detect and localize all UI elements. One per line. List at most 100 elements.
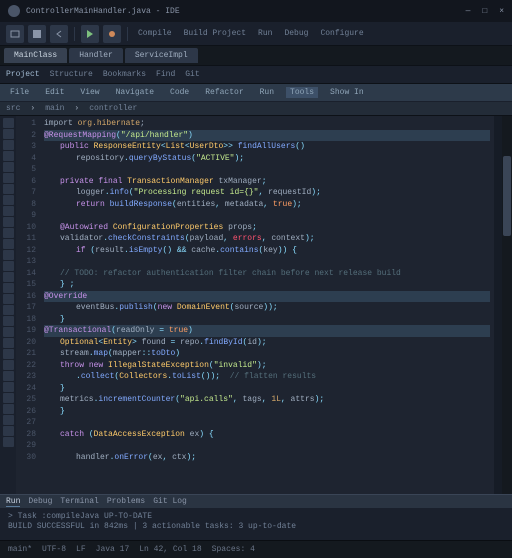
code-line[interactable]: import org.hibernate; — [44, 118, 490, 130]
code-line[interactable]: Optional<Entity> found = repo.findById(i… — [44, 337, 490, 349]
code-line[interactable]: .collect(Collectors.toList()); // flatte… — [44, 371, 490, 383]
code-line[interactable]: @Autowired ConfigurationProperties props… — [44, 222, 490, 234]
code-line[interactable] — [44, 210, 490, 222]
sub-project[interactable]: Project — [6, 70, 40, 79]
gutter-mark[interactable] — [3, 294, 14, 304]
panel-problems[interactable]: Problems — [107, 497, 145, 506]
menu-refactor[interactable]: Refactor — [201, 87, 247, 98]
tb-config[interactable]: Configure — [316, 29, 367, 38]
debug-icon[interactable] — [103, 25, 121, 43]
gutter-mark[interactable] — [3, 437, 14, 447]
gutter-mark[interactable] — [3, 217, 14, 227]
menu-file[interactable]: File — [6, 87, 33, 98]
code-line[interactable]: } — [44, 406, 490, 418]
gutter-mark[interactable] — [3, 118, 14, 128]
gutter-mark[interactable] — [3, 151, 14, 161]
gutter-mark[interactable] — [3, 228, 14, 238]
gutter-mark[interactable] — [3, 316, 14, 326]
code-line[interactable] — [44, 417, 490, 429]
crumb-0[interactable]: src — [6, 104, 20, 113]
open-icon[interactable] — [6, 25, 24, 43]
sub-bookmarks[interactable]: Bookmarks — [103, 70, 146, 79]
code-line[interactable] — [44, 164, 490, 176]
gutter-mark[interactable] — [3, 250, 14, 260]
gutter-mark[interactable] — [3, 360, 14, 370]
save-icon[interactable] — [28, 25, 46, 43]
code-line[interactable]: throw new IllegalStateException("invalid… — [44, 360, 490, 372]
gutter-mark[interactable] — [3, 305, 14, 315]
sub-structure[interactable]: Structure — [50, 70, 93, 79]
st-encoding[interactable]: UTF-8 — [42, 545, 66, 554]
sub-find[interactable]: Find — [156, 70, 175, 79]
console-output[interactable]: > Task :compileJava UP-TO-DATE BUILD SUC… — [0, 508, 512, 540]
undo-icon[interactable] — [50, 25, 68, 43]
menu-navigate[interactable]: Navigate — [112, 87, 158, 98]
minimap[interactable] — [494, 116, 502, 494]
panel-debug[interactable]: Debug — [28, 497, 52, 506]
menu-showin[interactable]: Show In — [326, 87, 368, 98]
close-button[interactable]: × — [499, 7, 504, 16]
tb-build[interactable]: Build Project — [180, 29, 250, 38]
gutter-mark[interactable] — [3, 371, 14, 381]
gutter-mark[interactable] — [3, 327, 14, 337]
crumb-1[interactable]: main — [45, 104, 64, 113]
code-line[interactable]: repository.queryByStatus("ACTIVE"); — [44, 153, 490, 165]
gutter-mark[interactable] — [3, 426, 14, 436]
gutter-mark[interactable] — [3, 393, 14, 403]
gutter-mark[interactable] — [3, 349, 14, 359]
run-icon[interactable] — [81, 25, 99, 43]
code-line[interactable]: logger.info("Processing request id={}", … — [44, 187, 490, 199]
code-line[interactable]: return buildResponse(entities, metadata,… — [44, 199, 490, 211]
tb-run[interactable]: Run — [254, 29, 276, 38]
maximize-button[interactable]: □ — [482, 7, 487, 16]
tab-2[interactable]: ServiceImpl — [125, 48, 198, 63]
code-line[interactable] — [44, 440, 490, 452]
gutter-mark[interactable] — [3, 162, 14, 172]
code-line[interactable]: validator.checkConstraints(payload, erro… — [44, 233, 490, 245]
code-line[interactable]: @RequestMapping("/api/handler") — [44, 130, 490, 142]
st-eol[interactable]: LF — [76, 545, 86, 554]
code-editor[interactable]: import org.hibernate;@RequestMapping("/a… — [40, 116, 494, 494]
gutter-mark[interactable] — [3, 173, 14, 183]
vertical-scrollbar[interactable] — [502, 116, 512, 494]
menu-code[interactable]: Code — [166, 87, 193, 98]
gutter-mark[interactable] — [3, 404, 14, 414]
code-line[interactable]: metrics.incrementCounter("api.calls", ta… — [44, 394, 490, 406]
tab-1[interactable]: Handler — [69, 48, 123, 63]
gutter-mark[interactable] — [3, 283, 14, 293]
gutter-mark[interactable] — [3, 239, 14, 249]
st-branch[interactable]: main* — [8, 545, 32, 554]
code-line[interactable]: private final TransactionManager txManag… — [44, 176, 490, 188]
code-line[interactable]: } — [44, 314, 490, 326]
menu-view[interactable]: View — [76, 87, 103, 98]
code-line[interactable]: stream.map(mapper::toDto) — [44, 348, 490, 360]
st-caret[interactable]: Ln 42, Col 18 — [139, 545, 201, 554]
code-line[interactable]: handler.onError(ex, ctx); — [44, 452, 490, 464]
gutter-mark[interactable] — [3, 206, 14, 216]
gutter-mark[interactable] — [3, 261, 14, 271]
code-line[interactable]: @Transactional(readOnly = true) — [44, 325, 490, 337]
tb-compile[interactable]: Compile — [134, 29, 176, 38]
code-line[interactable]: if (result.isEmpty() && cache.contains(k… — [44, 245, 490, 257]
panel-terminal[interactable]: Terminal — [60, 497, 98, 506]
minimize-button[interactable]: — — [466, 7, 471, 16]
gutter-mark[interactable] — [3, 272, 14, 282]
crumb-2[interactable]: controller — [89, 104, 137, 113]
code-line[interactable] — [44, 256, 490, 268]
gutter-mark[interactable] — [3, 129, 14, 139]
code-line[interactable]: } ; — [44, 279, 490, 291]
code-line[interactable]: eventBus.publish(new DomainEvent(source)… — [44, 302, 490, 314]
scrollbar-thumb[interactable] — [503, 156, 511, 236]
gutter-mark[interactable] — [3, 338, 14, 348]
sub-git[interactable]: Git — [185, 70, 199, 79]
panel-run[interactable]: Run — [6, 497, 20, 507]
code-line[interactable]: catch (DataAccessException ex) { — [44, 429, 490, 441]
tb-debug[interactable]: Debug — [280, 29, 312, 38]
code-line[interactable]: public ResponseEntity<List<UserDto>> fin… — [44, 141, 490, 153]
code-line[interactable]: } — [44, 383, 490, 395]
gutter-mark[interactable] — [3, 382, 14, 392]
gutter-mark[interactable] — [3, 140, 14, 150]
tab-0[interactable]: MainClass — [4, 48, 67, 63]
gutter-mark[interactable] — [3, 195, 14, 205]
menu-edit[interactable]: Edit — [41, 87, 68, 98]
